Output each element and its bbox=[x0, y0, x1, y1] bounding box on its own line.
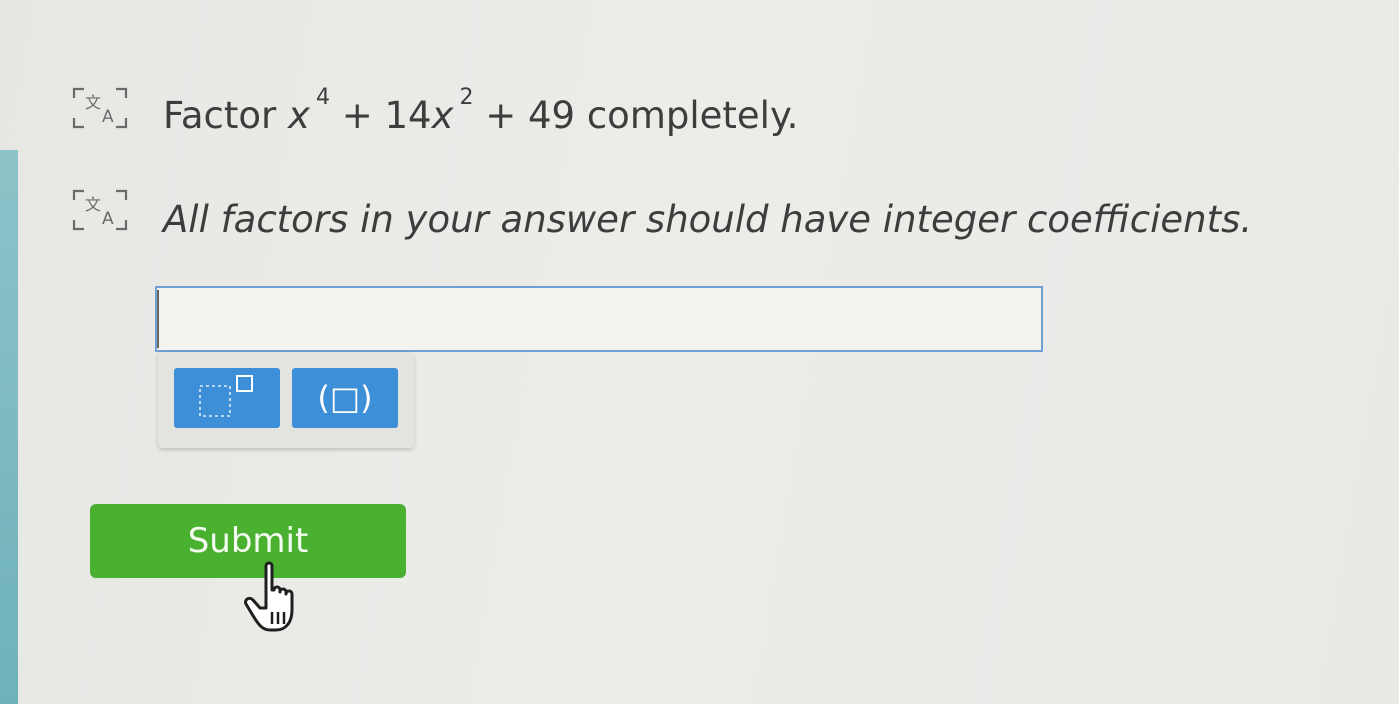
page-left-edge bbox=[0, 150, 18, 704]
question-text: Factor x4 + 14x 2 + 49 completely. bbox=[163, 85, 799, 137]
question-suffix: + 49 completely. bbox=[485, 94, 799, 137]
exponent-button[interactable] bbox=[174, 368, 280, 428]
parentheses-label: (□) bbox=[317, 379, 373, 417]
question-term2-variable: x bbox=[431, 94, 454, 137]
question-term1-variable: x bbox=[288, 94, 310, 137]
math-palette: (□) bbox=[158, 352, 414, 448]
svg-text:A: A bbox=[102, 107, 114, 127]
translate-icon[interactable]: 文 A bbox=[70, 188, 130, 232]
question-prefix: Factor bbox=[163, 94, 277, 137]
svg-text:文: 文 bbox=[85, 93, 101, 112]
svg-text:文: 文 bbox=[85, 195, 101, 214]
text-caret bbox=[157, 290, 159, 348]
question-middle: + 14 bbox=[341, 94, 432, 137]
submit-label: Submit bbox=[187, 521, 309, 561]
hand-pointer-icon bbox=[244, 561, 294, 632]
question-term2-exponent: 2 bbox=[459, 85, 474, 110]
svg-text:A: A bbox=[102, 209, 114, 229]
translate-icon[interactable]: 文 A bbox=[70, 86, 130, 130]
question-term1-exponent: 4 bbox=[315, 85, 330, 110]
answer-input[interactable] bbox=[155, 286, 1043, 352]
exponent-template-icon bbox=[199, 375, 253, 417]
parentheses-button[interactable]: (□) bbox=[292, 368, 398, 428]
instruction-text: All factors in your answer should have i… bbox=[163, 198, 1253, 241]
